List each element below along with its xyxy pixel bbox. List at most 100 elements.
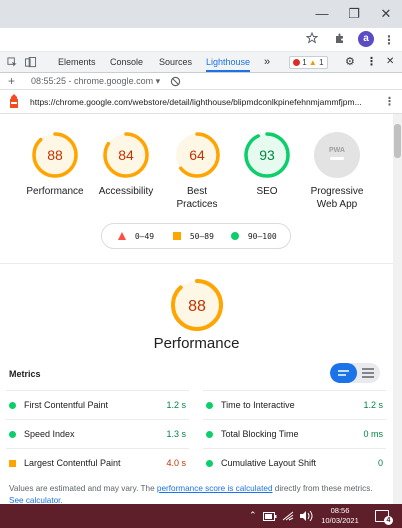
star-icon[interactable] [303, 31, 321, 49]
metric-time-to-interactive: Time to Interactive 1.2 s [203, 390, 386, 418]
gauge-label: Progressive Web App [310, 186, 364, 210]
circle-icon [231, 232, 239, 240]
note-text: Values are estimated and may vary. The [9, 484, 157, 493]
gauge-score: 93 [259, 147, 275, 163]
status-circle-icon [206, 460, 213, 467]
windows-taskbar: ⌃ 08:56 10/03/2021 4 [0, 504, 402, 528]
notification-count: 4 [384, 516, 393, 525]
puzzle-icon[interactable] [331, 31, 349, 49]
metric-label: First Contentful Paint [24, 400, 109, 410]
legend-range: 90–100 [247, 232, 277, 241]
more-tabs-button[interactable]: » [264, 52, 270, 72]
inspect-element-icon[interactable] [7, 52, 18, 72]
devtools-close-icon[interactable]: ✕ [386, 52, 394, 72]
status-circle-icon [206, 402, 213, 409]
battery-icon[interactable] [263, 512, 277, 521]
metrics-heading: Metrics [9, 369, 41, 379]
devtools-menu-icon[interactable]: ⋮ [366, 52, 377, 72]
close-window-button[interactable]: ✕ [376, 4, 396, 24]
tab-console[interactable]: Console [110, 52, 143, 72]
report-dropdown[interactable]: 08:55:25 - chrome.google.com ▾ [31, 76, 160, 87]
metrics-view-toggle[interactable] [330, 363, 380, 383]
gauge-label: Best Practices [176, 186, 218, 210]
gauge-label: Accessibility [98, 186, 154, 197]
browser-menu-icon[interactable]: ⋮ [380, 31, 398, 49]
lighthouse-icon [10, 94, 18, 108]
gauge-score: 84 [118, 147, 134, 163]
issues-badge[interactable]: 1 ▲ 1 [289, 56, 328, 69]
device-toolbar-icon[interactable] [25, 52, 37, 72]
devtools-settings-icon[interactable]: ⚙ [345, 52, 355, 72]
metric-label: Time to Interactive [221, 400, 295, 410]
gauge-accessibility[interactable]: 84 Accessibility [95, 131, 157, 198]
note-text: directly from these metrics. [272, 484, 373, 493]
restore-button[interactable]: ❐ [344, 4, 364, 24]
metric-value: 0 [377, 458, 383, 468]
wifi-icon[interactable] [282, 510, 294, 522]
status-circle-icon [9, 402, 16, 409]
metric-value: 0 ms [363, 429, 383, 439]
gauge-label: SEO [256, 186, 278, 197]
score-legend: 0–49 50–89 90–100 [101, 223, 291, 249]
legend-item-fail: 0–49 [118, 232, 154, 241]
taskbar-clock[interactable]: 08:56 10/03/2021 [318, 506, 362, 526]
summary-view-button[interactable] [330, 363, 357, 383]
notification-center-icon[interactable]: 4 [375, 510, 393, 525]
square-icon [173, 232, 181, 240]
report-menu-icon[interactable]: ⋮ [384, 95, 395, 108]
metric-largest-contentful-paint: Largest Contentful Paint 4.0 s [6, 448, 189, 476]
metrics-note: Values are estimated and may vary. The p… [9, 483, 384, 504]
gauge-ring: 84 [103, 132, 149, 178]
see-calculator-link[interactable]: See calculator. [9, 496, 63, 504]
detail-view-button[interactable] [358, 363, 378, 383]
metric-value: 4.0 s [166, 458, 186, 468]
clock-time: 08:56 [330, 506, 350, 515]
gauge-ring: 88 [32, 132, 78, 178]
lighthouse-report: 88 Performance 84 Accessibility 64 Best … [0, 114, 393, 504]
minimize-button[interactable]: — [312, 4, 332, 24]
pwa-text: PWA [329, 147, 345, 154]
clear-reports-icon[interactable] [170, 74, 181, 89]
gauge-ring: 64 [174, 132, 220, 178]
gauge-score: 88 [47, 147, 63, 163]
metric-label: Total Blocking Time [221, 429, 299, 439]
pwa-badge: PWA [314, 132, 360, 178]
legend-item-pass: 90–100 [231, 232, 277, 241]
metric-label: Speed Index [24, 429, 75, 439]
volume-icon[interactable] [299, 510, 313, 522]
pwa-dash [330, 157, 344, 160]
gauge-seo[interactable]: 93 SEO [236, 131, 298, 198]
new-report-button[interactable]: + [8, 74, 15, 88]
legend-item-average: 50–89 [173, 232, 214, 241]
scrollbar-thumb[interactable] [394, 124, 401, 158]
devtools-tabbar: Elements Console Sources Lighthouse » 1 … [0, 52, 402, 73]
metric-label: Cumulative Layout Shift [221, 458, 317, 468]
triangle-icon [118, 232, 126, 240]
gauge-pwa[interactable]: PWA Progressive Web App [306, 131, 368, 211]
gauge-score: 88 [188, 298, 206, 315]
metric-speed-index: Speed Index 1.3 s [6, 419, 189, 447]
report-url[interactable]: https://chrome.google.com/webstore/detai… [30, 97, 362, 107]
report-scrollbar[interactable] [393, 114, 402, 504]
performance-score-link[interactable]: performance score is calculated [157, 484, 273, 493]
tab-lighthouse[interactable]: Lighthouse [206, 52, 251, 72]
legend-range: 0–49 [134, 232, 155, 241]
legend-range: 50–89 [189, 232, 214, 241]
chevron-up-icon[interactable]: ⌃ [249, 510, 257, 521]
section-divider [0, 263, 393, 264]
gauge-best-practices[interactable]: 64 Best Practices [166, 131, 228, 211]
gauge-performance[interactable]: 88 Performance [24, 131, 86, 198]
clock-date: 10/03/2021 [321, 516, 359, 525]
error-count: 1 [302, 58, 307, 67]
status-circle-icon [206, 431, 213, 438]
gauge-ring: 88 [171, 279, 223, 331]
tab-sources[interactable]: Sources [159, 52, 192, 72]
performance-heading: Performance [153, 335, 240, 352]
gauge-label: Performance [26, 186, 84, 197]
performance-gauge-large: 88 [170, 278, 224, 337]
metric-label: Largest Contentful Paint [24, 458, 121, 468]
profile-avatar[interactable]: a [358, 31, 374, 47]
browser-toolbar: a ⋮ [0, 28, 402, 52]
metric-value: 1.3 s [166, 429, 186, 439]
tab-elements[interactable]: Elements [58, 52, 96, 72]
